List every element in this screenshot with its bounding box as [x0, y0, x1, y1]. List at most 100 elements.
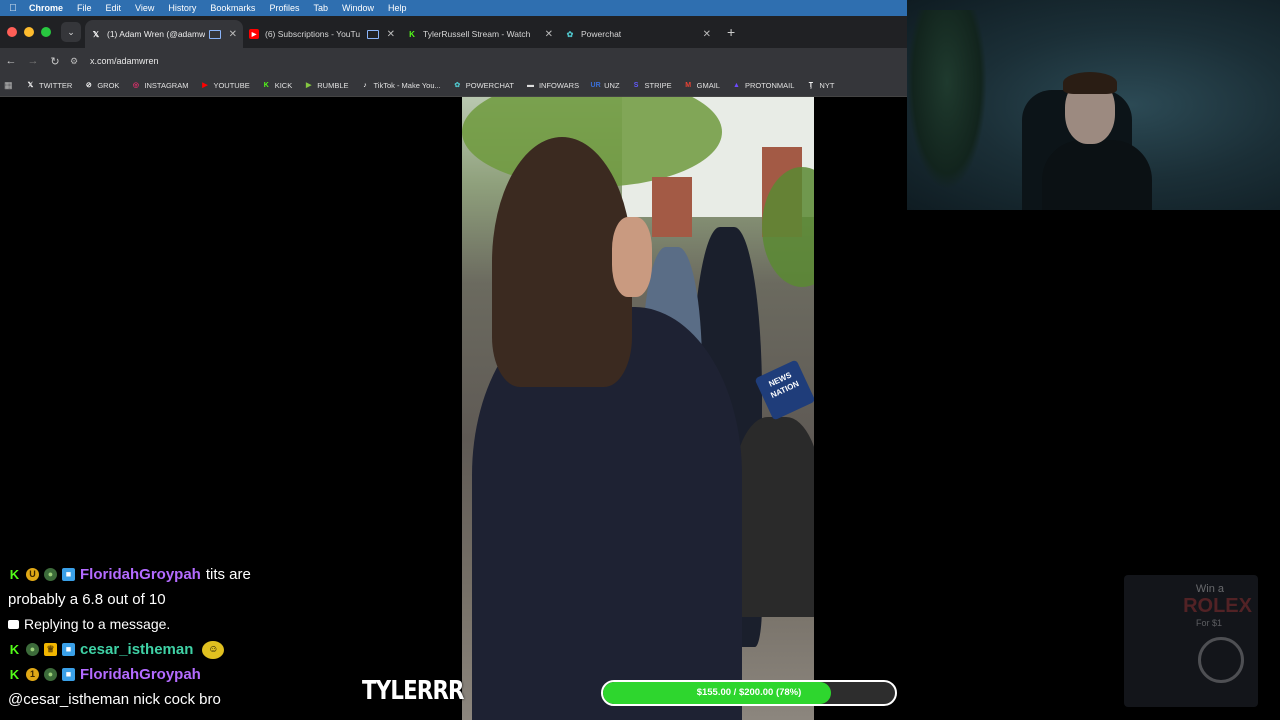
menu-edit[interactable]: Edit	[106, 3, 122, 13]
menu-chrome[interactable]: Chrome	[29, 3, 63, 13]
gold-badge-icon: 1	[26, 668, 39, 681]
protonmail-icon: ▲	[733, 81, 740, 89]
powerchat-icon: ✿	[454, 82, 461, 89]
kick-icon: K	[263, 81, 269, 89]
bookmark-label: INSTAGRAM	[144, 80, 189, 90]
close-tab-icon[interactable]: ✕	[545, 29, 553, 40]
minimize-window-button[interactable]	[24, 27, 34, 37]
bookmark-unz[interactable]: UR UNZ	[590, 81, 620, 90]
bookmark-gmail[interactable]: M GMAIL	[684, 81, 720, 90]
tab-youtube-subscriptions[interactable]: ▶ (6) Subscriptions - YouTu ✕	[243, 20, 401, 48]
bookmark-nyt[interactable]: Ţ NYT	[806, 81, 835, 90]
chevron-down-icon: ⌄	[67, 26, 75, 37]
chat-username[interactable]: FloridahGroypah	[80, 562, 201, 587]
video-subject-face	[612, 217, 652, 297]
window-controls	[7, 27, 51, 37]
bookmark-label: GROK	[97, 80, 120, 90]
menu-file[interactable]: File	[77, 3, 92, 13]
tab-powerchat[interactable]: ✿ Powerchat ✕	[559, 20, 717, 48]
video-building	[652, 177, 692, 237]
tab-kick-stream[interactable]: K TylerRussell Stream - Watch ✕	[401, 20, 559, 48]
zoom-window-button[interactable]	[41, 27, 51, 37]
bookmark-tiktok-make-you[interactable]: ♪ TikTok - Make You...	[361, 81, 441, 90]
kick-icon: K	[409, 29, 415, 39]
bookmark-label: POWERCHAT	[465, 80, 514, 90]
bookmark-kick[interactable]: K KICK	[262, 81, 293, 90]
tab-search-button[interactable]: ⌄	[61, 22, 81, 42]
reload-button[interactable]: ↻	[44, 55, 66, 68]
youtube-icon: ▶	[249, 29, 259, 39]
chat-overlay: K U ● ■ FloridahGroypah tits are probabl…	[8, 562, 338, 712]
bookmark-list: 𝕏 TWITTER ⊘ GROK ◎ INSTAGRAM ▶ YOUTUBE K KICK ▶ RUM…	[26, 81, 846, 90]
media-playing-icon[interactable]	[208, 29, 221, 39]
chat-username[interactable]: cesar_istheman	[80, 637, 193, 662]
news-nation-mic-flag: NEWS NATION	[754, 359, 814, 421]
chat-message-continued: @cesar_istheman nick cock bro	[8, 691, 221, 708]
new-tab-button[interactable]: +	[727, 24, 735, 40]
close-tab-icon[interactable]: ✕	[703, 29, 711, 40]
powerchat-icon: ✿	[566, 29, 574, 39]
close-tab-icon[interactable]: ✕	[387, 29, 395, 40]
chat-message: K 1 ● ■ FloridahGroypah	[8, 662, 338, 687]
bookmark-stripe[interactable]: S STRIPE	[632, 81, 672, 90]
bookmark-label: RUMBLE	[317, 80, 349, 90]
forward-button[interactable]: →	[22, 55, 44, 67]
tiktok-icon: ♪	[363, 81, 367, 89]
chat-message: K ● ♕ ■ cesar_istheman ☺	[8, 637, 338, 662]
menu-help[interactable]: Help	[388, 3, 407, 13]
bookmark-grok[interactable]: ⊘ GROK	[84, 80, 120, 90]
webcam-feed	[907, 0, 1280, 210]
media-playing-icon[interactable]	[366, 29, 379, 39]
kick-badge-icon: K	[9, 642, 20, 657]
chat-username[interactable]: FloridahGroypah	[80, 662, 201, 687]
apple-icon[interactable]: 	[7, 2, 19, 14]
apps-grid-icon[interactable]: ▦	[4, 80, 14, 91]
rolex-ad[interactable]: Win a ROLEX For $1	[1124, 575, 1258, 707]
menu-profiles[interactable]: Profiles	[269, 3, 299, 13]
bookmark-powerchat[interactable]: ✿ POWERCHAT	[453, 81, 514, 90]
menu-bookmarks[interactable]: Bookmarks	[210, 3, 255, 13]
gmail-icon: M	[685, 81, 692, 89]
bookmark-instagram[interactable]: ◎ INSTAGRAM	[131, 80, 189, 90]
cube-badge-icon: ■	[62, 568, 75, 581]
bookmark-label: YOUTUBE	[213, 80, 250, 90]
menu-window[interactable]: Window	[342, 3, 374, 13]
bookmark-twitter[interactable]: 𝕏 TWITTER	[26, 81, 73, 90]
tab-title: TylerRussell Stream - Watch	[423, 29, 531, 39]
stream-brand-text: TYLERRR	[362, 676, 464, 706]
youtube-icon: ▶	[202, 82, 208, 89]
bookmark-infowars[interactable]: ▬ INFOWARS	[526, 81, 579, 90]
bookmark-label: GMAIL	[696, 80, 720, 90]
menu-history[interactable]: History	[168, 3, 196, 13]
stripe-icon: S	[633, 81, 639, 89]
x-icon: 𝕏	[92, 29, 100, 39]
tab-title: Powerchat	[581, 29, 622, 39]
back-button[interactable]: ←	[0, 55, 22, 67]
menu-view[interactable]: View	[135, 3, 154, 13]
video-player[interactable]: NEWS NATION	[462, 97, 814, 720]
emote-icon: ☺	[202, 640, 225, 659]
bookmark-label: STRIPE	[644, 80, 672, 90]
unz-icon: UR	[590, 81, 601, 89]
bookmark-rumble[interactable]: ▶ RUMBLE	[304, 81, 348, 90]
infowars-icon: ▬	[526, 81, 534, 89]
video-bystander	[732, 417, 814, 617]
cube-badge-icon: ■	[62, 668, 75, 681]
address-bar[interactable]: ⚙ x.com/adamwren	[70, 51, 885, 71]
frog-badge-icon: ●	[44, 568, 57, 581]
bookmark-label: KICK	[274, 80, 293, 90]
tab-adam-wren[interactable]: 𝕏 (1) Adam Wren (@adamw ✕	[85, 20, 243, 48]
menu-tab[interactable]: Tab	[313, 3, 328, 13]
chat-message-continued: probably a 6.8 out of 10	[8, 591, 166, 608]
url-text[interactable]: x.com/adamwren	[90, 56, 159, 66]
ad-line-3: For $1	[1195, 618, 1222, 628]
webcam-plant	[907, 10, 987, 190]
site-settings-icon[interactable]: ⚙	[70, 56, 84, 67]
chat-text: tits are	[205, 566, 251, 583]
instagram-icon: ◎	[132, 82, 139, 89]
bookmark-label: PROTONMAIL	[744, 80, 795, 90]
bookmark-youtube[interactable]: ▶ YOUTUBE	[200, 81, 249, 90]
close-tab-icon[interactable]: ✕	[229, 29, 237, 40]
close-window-button[interactable]	[7, 27, 17, 37]
bookmark-protonmail[interactable]: ▲ PROTONMAIL	[732, 81, 794, 90]
